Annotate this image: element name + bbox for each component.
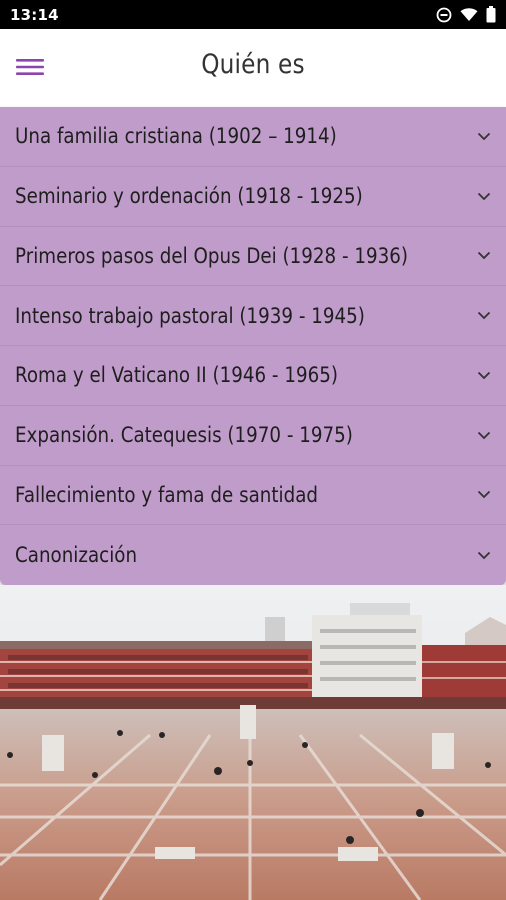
accordion-item-label: Fallecimiento y fama de santidad: [15, 482, 319, 507]
accordion-item-label: Expansión. Catequesis (1970 - 1975): [15, 423, 353, 448]
biography-accordion: Una familia cristiana (1902 – 1914) Semi…: [0, 107, 506, 585]
wifi-icon: [460, 7, 478, 22]
status-icons: [436, 6, 496, 23]
town-square-photo: [0, 585, 506, 900]
status-time: 13:14: [10, 5, 59, 24]
do-not-disturb-icon: [436, 7, 452, 23]
chevron-down-icon: [476, 487, 492, 503]
accordion-item-expansion[interactable]: Expansión. Catequesis (1970 - 1975): [0, 406, 506, 466]
accordion-item-roma-vaticano[interactable]: Roma y el Vaticano II (1946 - 1965): [0, 346, 506, 406]
accordion-item-label: Seminario y ordenación (1918 - 1925): [15, 184, 363, 209]
chevron-down-icon: [476, 367, 492, 383]
accordion-item-label: Primeros pasos del Opus Dei (1928 - 1936…: [15, 243, 409, 268]
chevron-down-icon: [476, 128, 492, 144]
accordion-item-seminario[interactable]: Seminario y ordenación (1918 - 1925): [0, 167, 506, 227]
chevron-down-icon: [476, 308, 492, 324]
accordion-item-fallecimiento[interactable]: Fallecimiento y fama de santidad: [0, 466, 506, 526]
page-title: Quién es: [201, 49, 305, 80]
accordion-item-label: Una familia cristiana (1902 – 1914): [15, 124, 337, 149]
chevron-down-icon: [476, 188, 492, 204]
accordion-item-familia-cristiana[interactable]: Una familia cristiana (1902 – 1914): [0, 107, 506, 167]
chevron-down-icon: [476, 427, 492, 443]
app-bar: Quién es: [0, 29, 506, 107]
accordion-item-canonizacion[interactable]: Canonización: [0, 525, 506, 585]
accordion-item-trabajo-pastoral[interactable]: Intenso trabajo pastoral (1939 - 1945): [0, 286, 506, 346]
chevron-down-icon: [476, 547, 492, 563]
accordion-item-primeros-pasos[interactable]: Primeros pasos del Opus Dei (1928 - 1936…: [0, 227, 506, 287]
status-bar: 13:14: [0, 0, 506, 29]
accordion-item-label: Intenso trabajo pastoral (1939 - 1945): [15, 303, 365, 328]
accordion-item-label: Canonización: [15, 543, 138, 568]
battery-icon: [486, 6, 496, 23]
chevron-down-icon: [476, 248, 492, 264]
accordion-item-label: Roma y el Vaticano II (1946 - 1965): [15, 363, 338, 388]
